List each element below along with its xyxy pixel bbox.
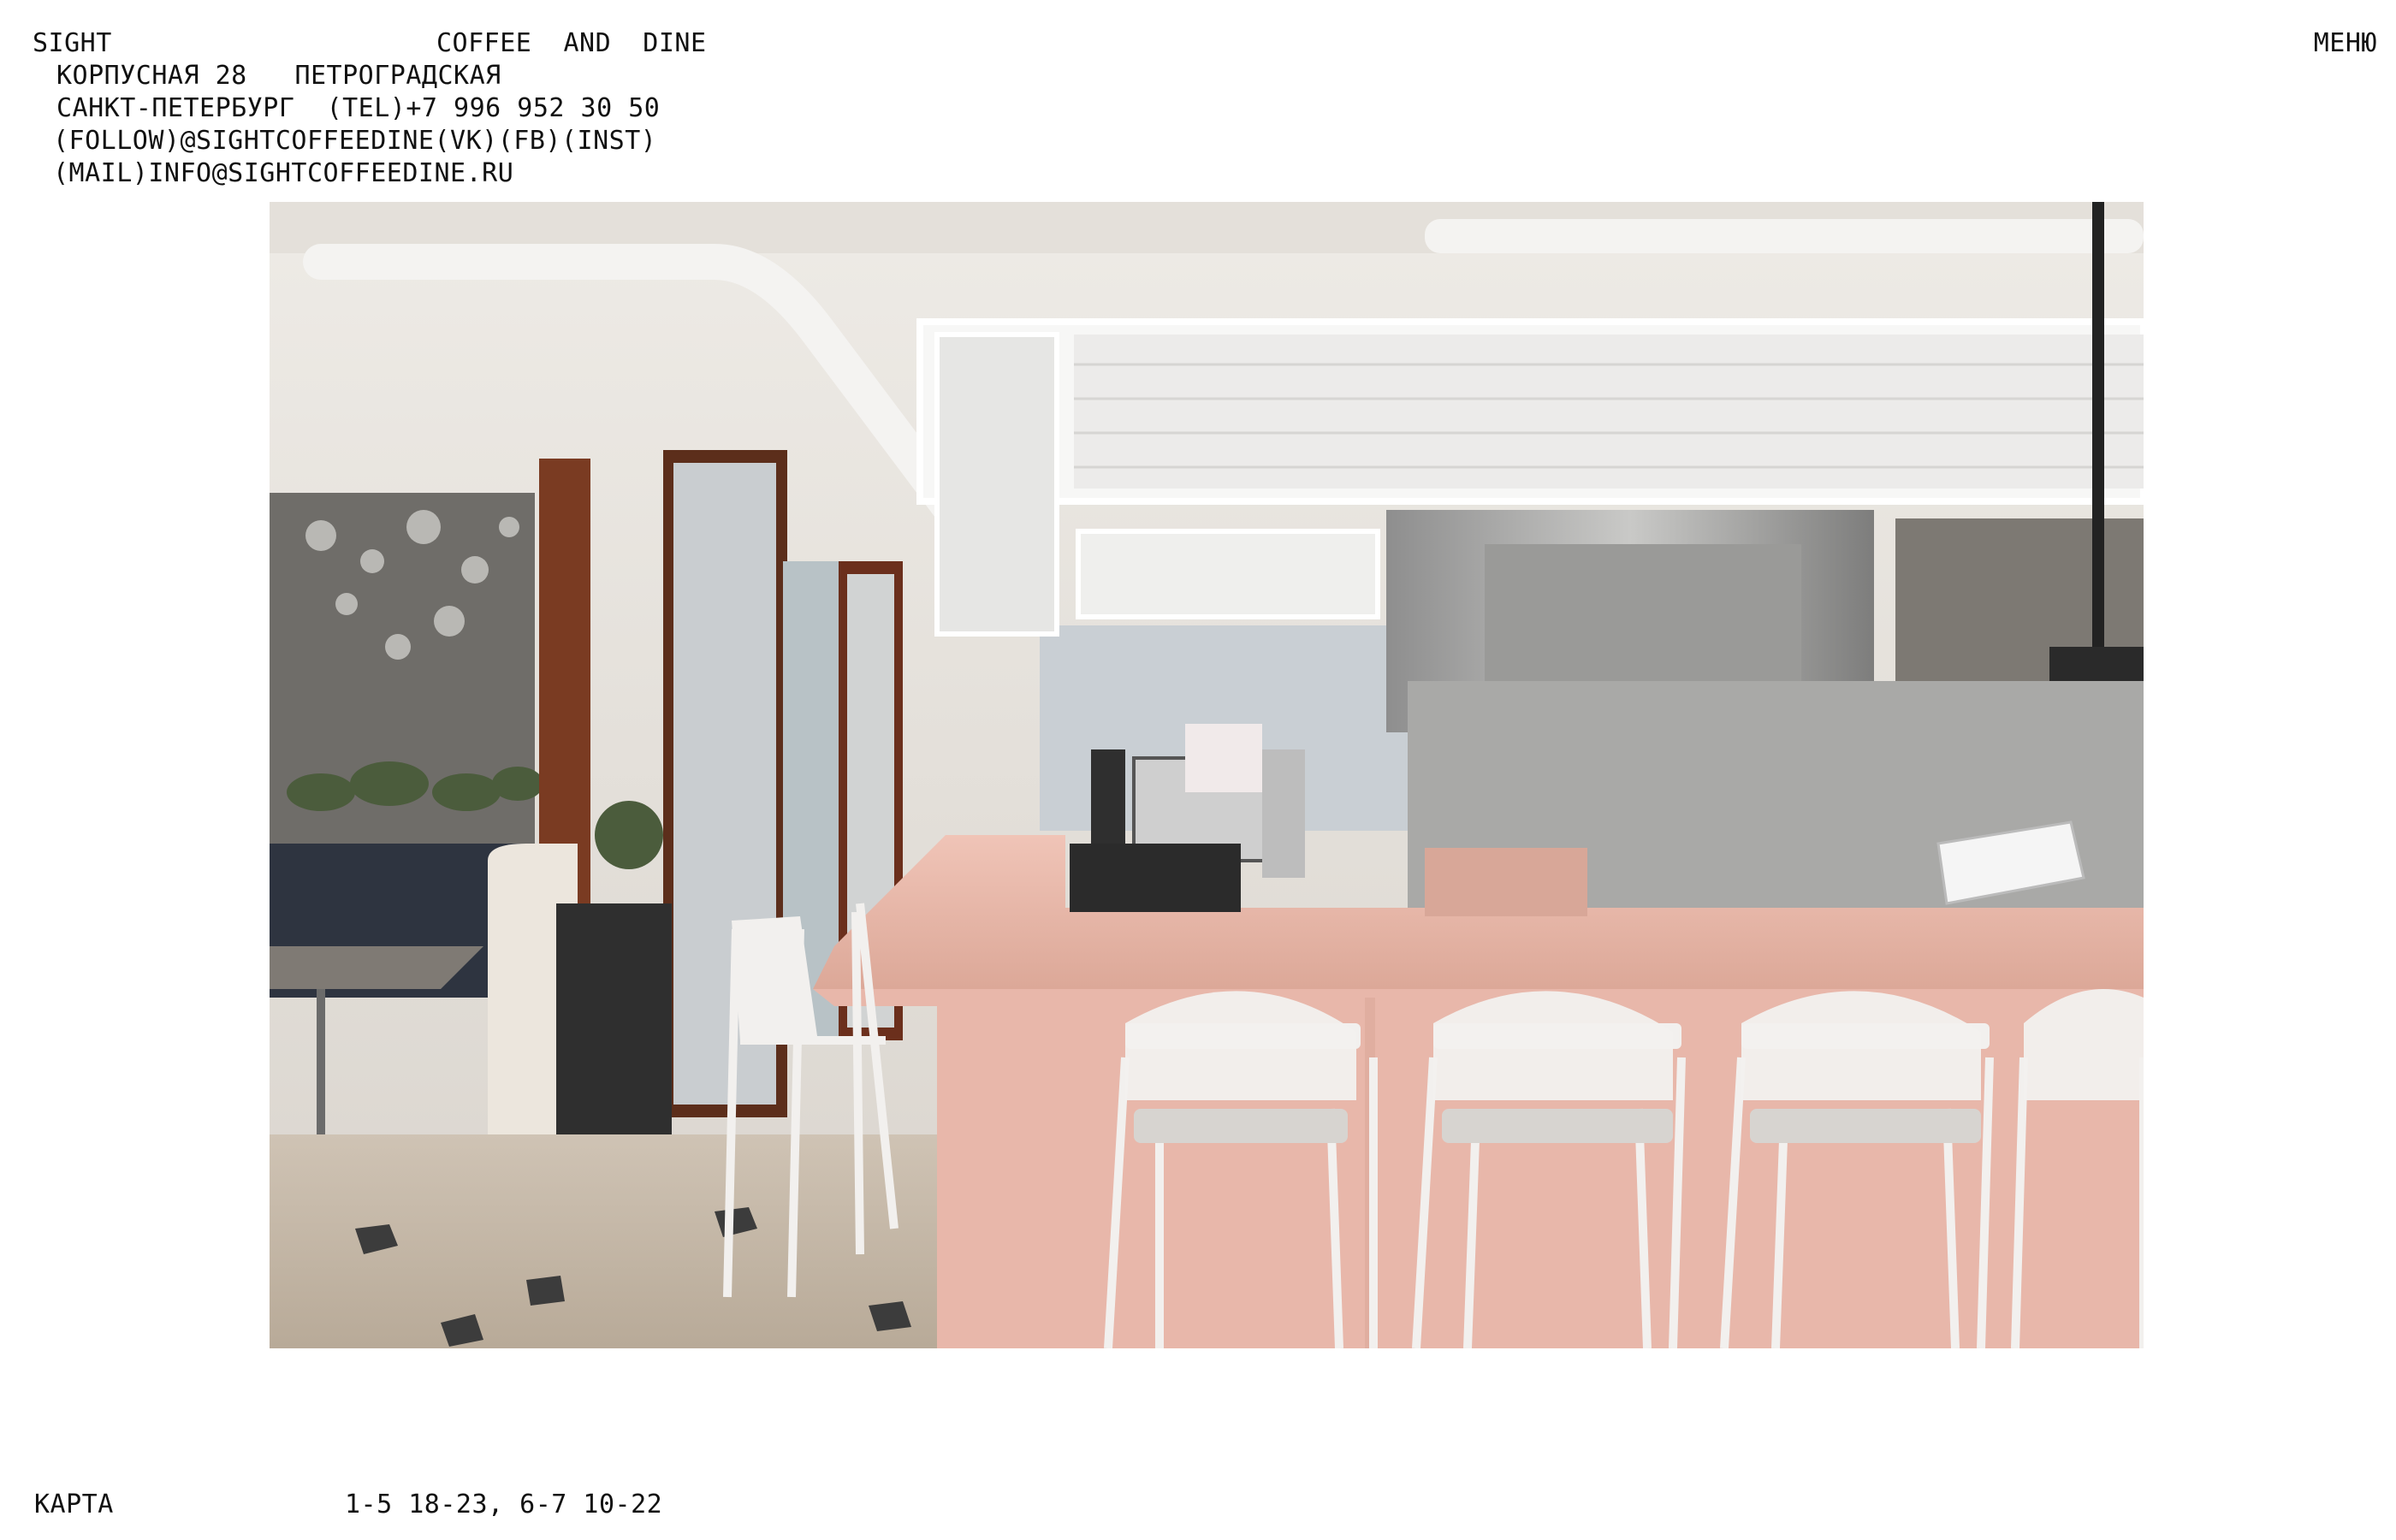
mail-label: (MAIL) — [53, 158, 149, 188]
contact-line-city: САНКТ-ПЕТЕРБУРГ (TEL)+7 996 952 30 50 — [56, 92, 660, 125]
district: ПЕТРОГРАДСКАЯ — [294, 61, 501, 91]
contact-line-social: (FOLLOW)@SIGHTCOFFEEDINE(VK)(FB)(INST) — [53, 125, 656, 157]
tel-label: (TEL) — [326, 93, 406, 123]
instagram-link[interactable]: (INST) — [561, 126, 656, 156]
brand-name: SIGHT — [33, 28, 112, 58]
follow-label: (FOLLOW) — [53, 126, 181, 156]
contact-line-address: КОРПУСНАЯ 28 ПЕТРОГРАДСКАЯ — [56, 60, 501, 92]
social-handle: @SIGHTCOFFEEDINE — [180, 126, 435, 156]
tagline: COFFEE AND DINE — [436, 28, 707, 58]
email-link[interactable]: INFO@SIGHTCOFFEEDINE.RU — [148, 158, 513, 188]
phone-link[interactable]: +7 996 952 30 50 — [406, 93, 660, 123]
menu-button[interactable]: МЕНЮ — [2314, 27, 2377, 60]
vk-link[interactable]: (VK) — [434, 126, 497, 156]
opening-hours: 1-5 18-23, 6-7 10-22 — [345, 1490, 663, 1519]
cafe-interior-illustration — [270, 202, 2144, 1348]
address: КОРПУСНАЯ 28 — [56, 61, 247, 91]
fb-link[interactable]: (FB) — [498, 126, 561, 156]
map-link[interactable]: КАРТА — [34, 1489, 114, 1521]
city: САНКТ-ПЕТЕРБУРГ — [56, 93, 295, 123]
contact-line-mail: (MAIL)INFO@SIGHTCOFFEEDINE.RU — [53, 157, 513, 190]
hero-photo — [270, 202, 2144, 1348]
